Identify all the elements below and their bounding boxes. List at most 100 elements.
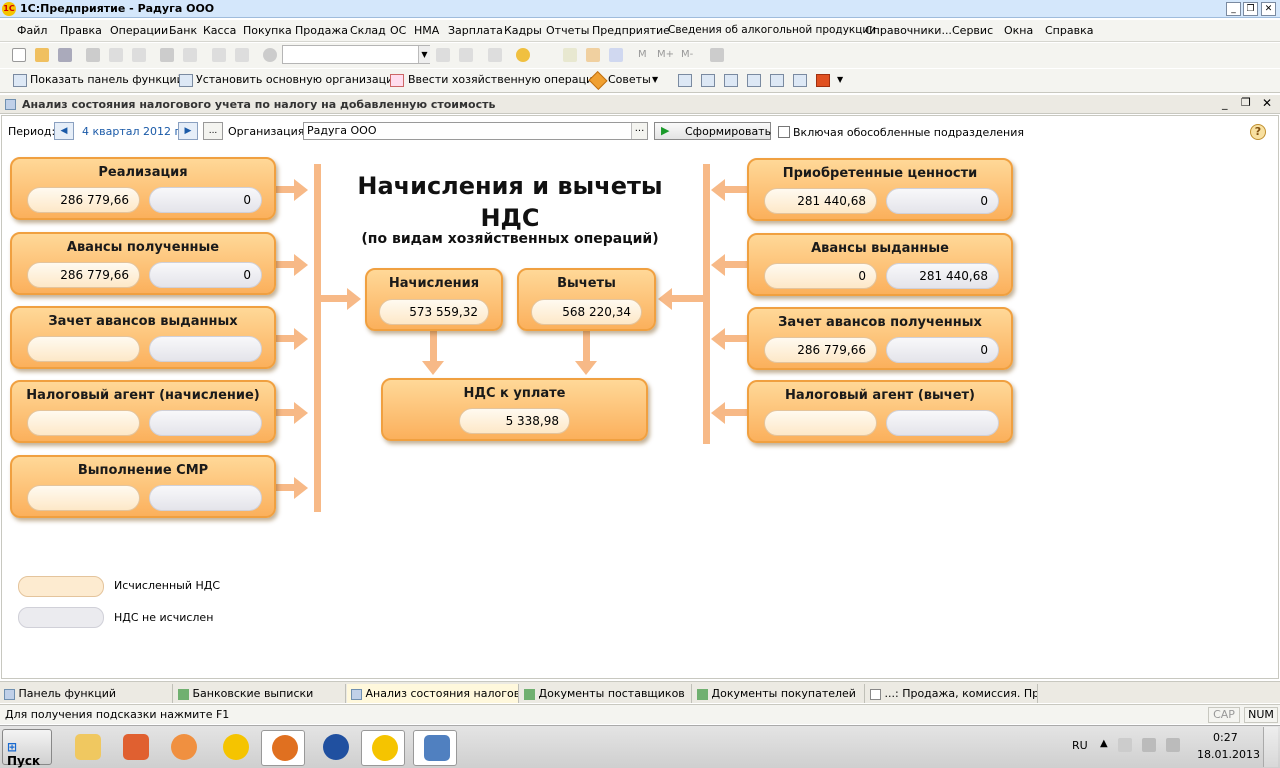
report-icon[interactable] — [678, 74, 692, 87]
window-tab-supplier-documents[interactable]: Документы поставщиков — [520, 684, 692, 703]
menu-bank[interactable]: Банк — [169, 24, 197, 37]
sales-box[interactable]: Реализация 286 779,66 0 — [10, 157, 276, 220]
menu-cash[interactable]: Касса — [203, 24, 236, 37]
redo-icon[interactable] — [235, 48, 249, 62]
include-subdivisions-checkbox[interactable] — [778, 126, 790, 138]
search-input[interactable] — [282, 45, 430, 64]
deductions-box[interactable]: Вычеты 568 220,34 — [517, 268, 656, 331]
search-dropdown-icon[interactable]: ▼ — [418, 46, 430, 63]
more-dropdown-icon[interactable]: ▼ — [837, 75, 843, 84]
deductions-value[interactable]: 568 220,34 — [531, 299, 642, 325]
memory-m-icon[interactable]: M — [638, 49, 647, 60]
archive-icon[interactable] — [816, 74, 830, 87]
menu-alcohol-info[interactable]: Сведения об алкогольной продукции — [668, 24, 876, 36]
calculated-vat-value[interactable] — [27, 336, 140, 362]
find-next-icon[interactable] — [436, 48, 450, 62]
calculated-vat-value[interactable] — [27, 485, 140, 511]
preview-icon[interactable] — [183, 48, 197, 62]
clock-date[interactable]: 18.01.2013 — [1197, 748, 1260, 761]
menu-purchase[interactable]: Покупка — [243, 24, 292, 37]
form-restore-button[interactable]: ❐ — [1241, 96, 1251, 109]
received-advances-offset-box[interactable]: Зачет авансов полученных 286 779,66 0 — [747, 307, 1013, 370]
menu-enterprise[interactable]: Предприятие — [592, 24, 670, 37]
enter-operation-button[interactable]: Ввести хозяйственную операцию — [408, 73, 602, 86]
report-icon[interactable] — [770, 74, 784, 87]
menu-edit[interactable]: Правка — [60, 24, 102, 37]
acquired-values-box[interactable]: Приобретенные ценности 281 440,68 0 — [747, 158, 1013, 221]
find-prev-icon[interactable] — [459, 48, 473, 62]
new-icon[interactable] — [12, 48, 26, 62]
report-icon[interactable] — [793, 74, 807, 87]
print-icon[interactable] — [160, 48, 174, 62]
window-tab-functions-panel[interactable]: Панель функций — [0, 684, 173, 703]
set-organization-button[interactable]: Установить основную организацию — [196, 73, 403, 86]
form-close-button[interactable]: ✕ — [1262, 96, 1272, 110]
menu-hr[interactable]: Кадры — [504, 24, 542, 37]
tips-dropdown-icon[interactable]: ▼ — [652, 75, 658, 84]
uncalculated-vat-value[interactable]: 0 — [886, 337, 999, 363]
uncalculated-vat-value[interactable] — [886, 410, 999, 436]
copy-icon[interactable] — [109, 48, 123, 62]
menu-help[interactable]: Справка — [1045, 24, 1093, 37]
firefox-taskbar-button[interactable] — [261, 730, 305, 766]
vat-payable-box[interactable]: НДС к уплате 5 338,98 — [381, 378, 648, 441]
period-prev-button[interactable]: ◀ — [54, 122, 74, 140]
window-tab-sale-commission[interactable]: ...: Продажа, комиссия. Пр... — [866, 684, 1038, 703]
calendar-icon[interactable] — [563, 48, 577, 62]
help-icon[interactable]: ? — [1250, 124, 1266, 140]
calculated-vat-value[interactable]: 286 779,66 — [27, 187, 140, 213]
uncalculated-vat-value[interactable] — [149, 410, 262, 436]
show-panel-button[interactable]: Показать панель функций — [30, 73, 184, 86]
period-value[interactable]: 4 квартал 2012 г. — [82, 125, 184, 138]
window-tab-bank-statements[interactable]: Банковские выписки — [174, 684, 346, 703]
1c-enterprise-taskbar-button[interactable] — [361, 730, 405, 766]
uncalculated-vat-value[interactable] — [149, 336, 262, 362]
users-icon[interactable] — [609, 48, 623, 62]
menu-reports[interactable]: Отчеты — [546, 24, 589, 37]
advances-received-box[interactable]: Авансы полученные 286 779,66 0 — [10, 232, 276, 295]
organization-select-button[interactable]: ... — [631, 123, 647, 139]
issued-advances-offset-box[interactable]: Зачет авансов выданных — [10, 306, 276, 369]
find-icon[interactable] — [263, 48, 277, 62]
organization-field[interactable]: Радуга ООО — [303, 122, 648, 140]
people-taskbar-button[interactable] — [113, 730, 157, 766]
network-taskbar-button[interactable] — [413, 730, 457, 766]
calculated-vat-value[interactable]: 286 779,66 — [27, 262, 140, 288]
calculated-vat-value[interactable] — [27, 410, 140, 436]
tools-icon[interactable] — [710, 48, 724, 62]
menu-salary[interactable]: Зарплата — [448, 24, 503, 37]
uncalculated-vat-value[interactable]: 0 — [149, 262, 262, 288]
report-icon[interactable] — [747, 74, 761, 87]
menu-file[interactable]: Файл — [17, 24, 47, 37]
network-tray-icon[interactable] — [1142, 738, 1156, 752]
menu-operations[interactable]: Операции — [110, 24, 168, 37]
report-icon[interactable] — [701, 74, 715, 87]
menu-sales[interactable]: Продажа — [295, 24, 348, 37]
menu-service[interactable]: Сервис — [952, 24, 993, 37]
tips-button[interactable]: Советы — [608, 73, 651, 86]
period-select-button[interactable]: ... — [203, 122, 223, 140]
tax-agent-accrual-box[interactable]: Налоговый агент (начисление) — [10, 380, 276, 443]
uncalculated-vat-value[interactable] — [149, 485, 262, 511]
accruals-value[interactable]: 573 559,32 — [379, 299, 489, 325]
calculator-icon[interactable] — [586, 48, 600, 62]
open-icon[interactable] — [35, 48, 49, 62]
clock-time[interactable]: 0:27 — [1213, 731, 1238, 744]
form-minimize-button[interactable]: _ — [1222, 97, 1228, 110]
minimize-button[interactable]: _ — [1226, 2, 1241, 16]
memory-plus-icon[interactable]: M+ — [657, 49, 674, 60]
uncalculated-vat-value[interactable]: 0 — [149, 187, 262, 213]
menu-fixed-assets[interactable]: ОС — [390, 24, 406, 37]
menu-windows[interactable]: Окна — [1004, 24, 1033, 37]
maximize-button[interactable]: ❐ — [1243, 2, 1258, 16]
close-button[interactable]: ✕ — [1261, 2, 1276, 16]
window-tab-vat-analysis[interactable]: Анализ состояния налогов... — [347, 684, 519, 703]
windows-icon[interactable] — [488, 48, 502, 62]
window-tab-customer-documents[interactable]: Документы покупателей — [693, 684, 865, 703]
advances-issued-box[interactable]: Авансы выданные 0 281 440,68 — [747, 233, 1013, 296]
memory-minus-icon[interactable]: M- — [681, 49, 693, 60]
calculated-vat-value[interactable] — [764, 410, 877, 436]
tax-agent-deduction-box[interactable]: Налоговый агент (вычет) — [747, 380, 1013, 443]
vat-payable-value[interactable]: 5 338,98 — [459, 408, 570, 434]
media-taskbar-button[interactable] — [161, 730, 205, 766]
